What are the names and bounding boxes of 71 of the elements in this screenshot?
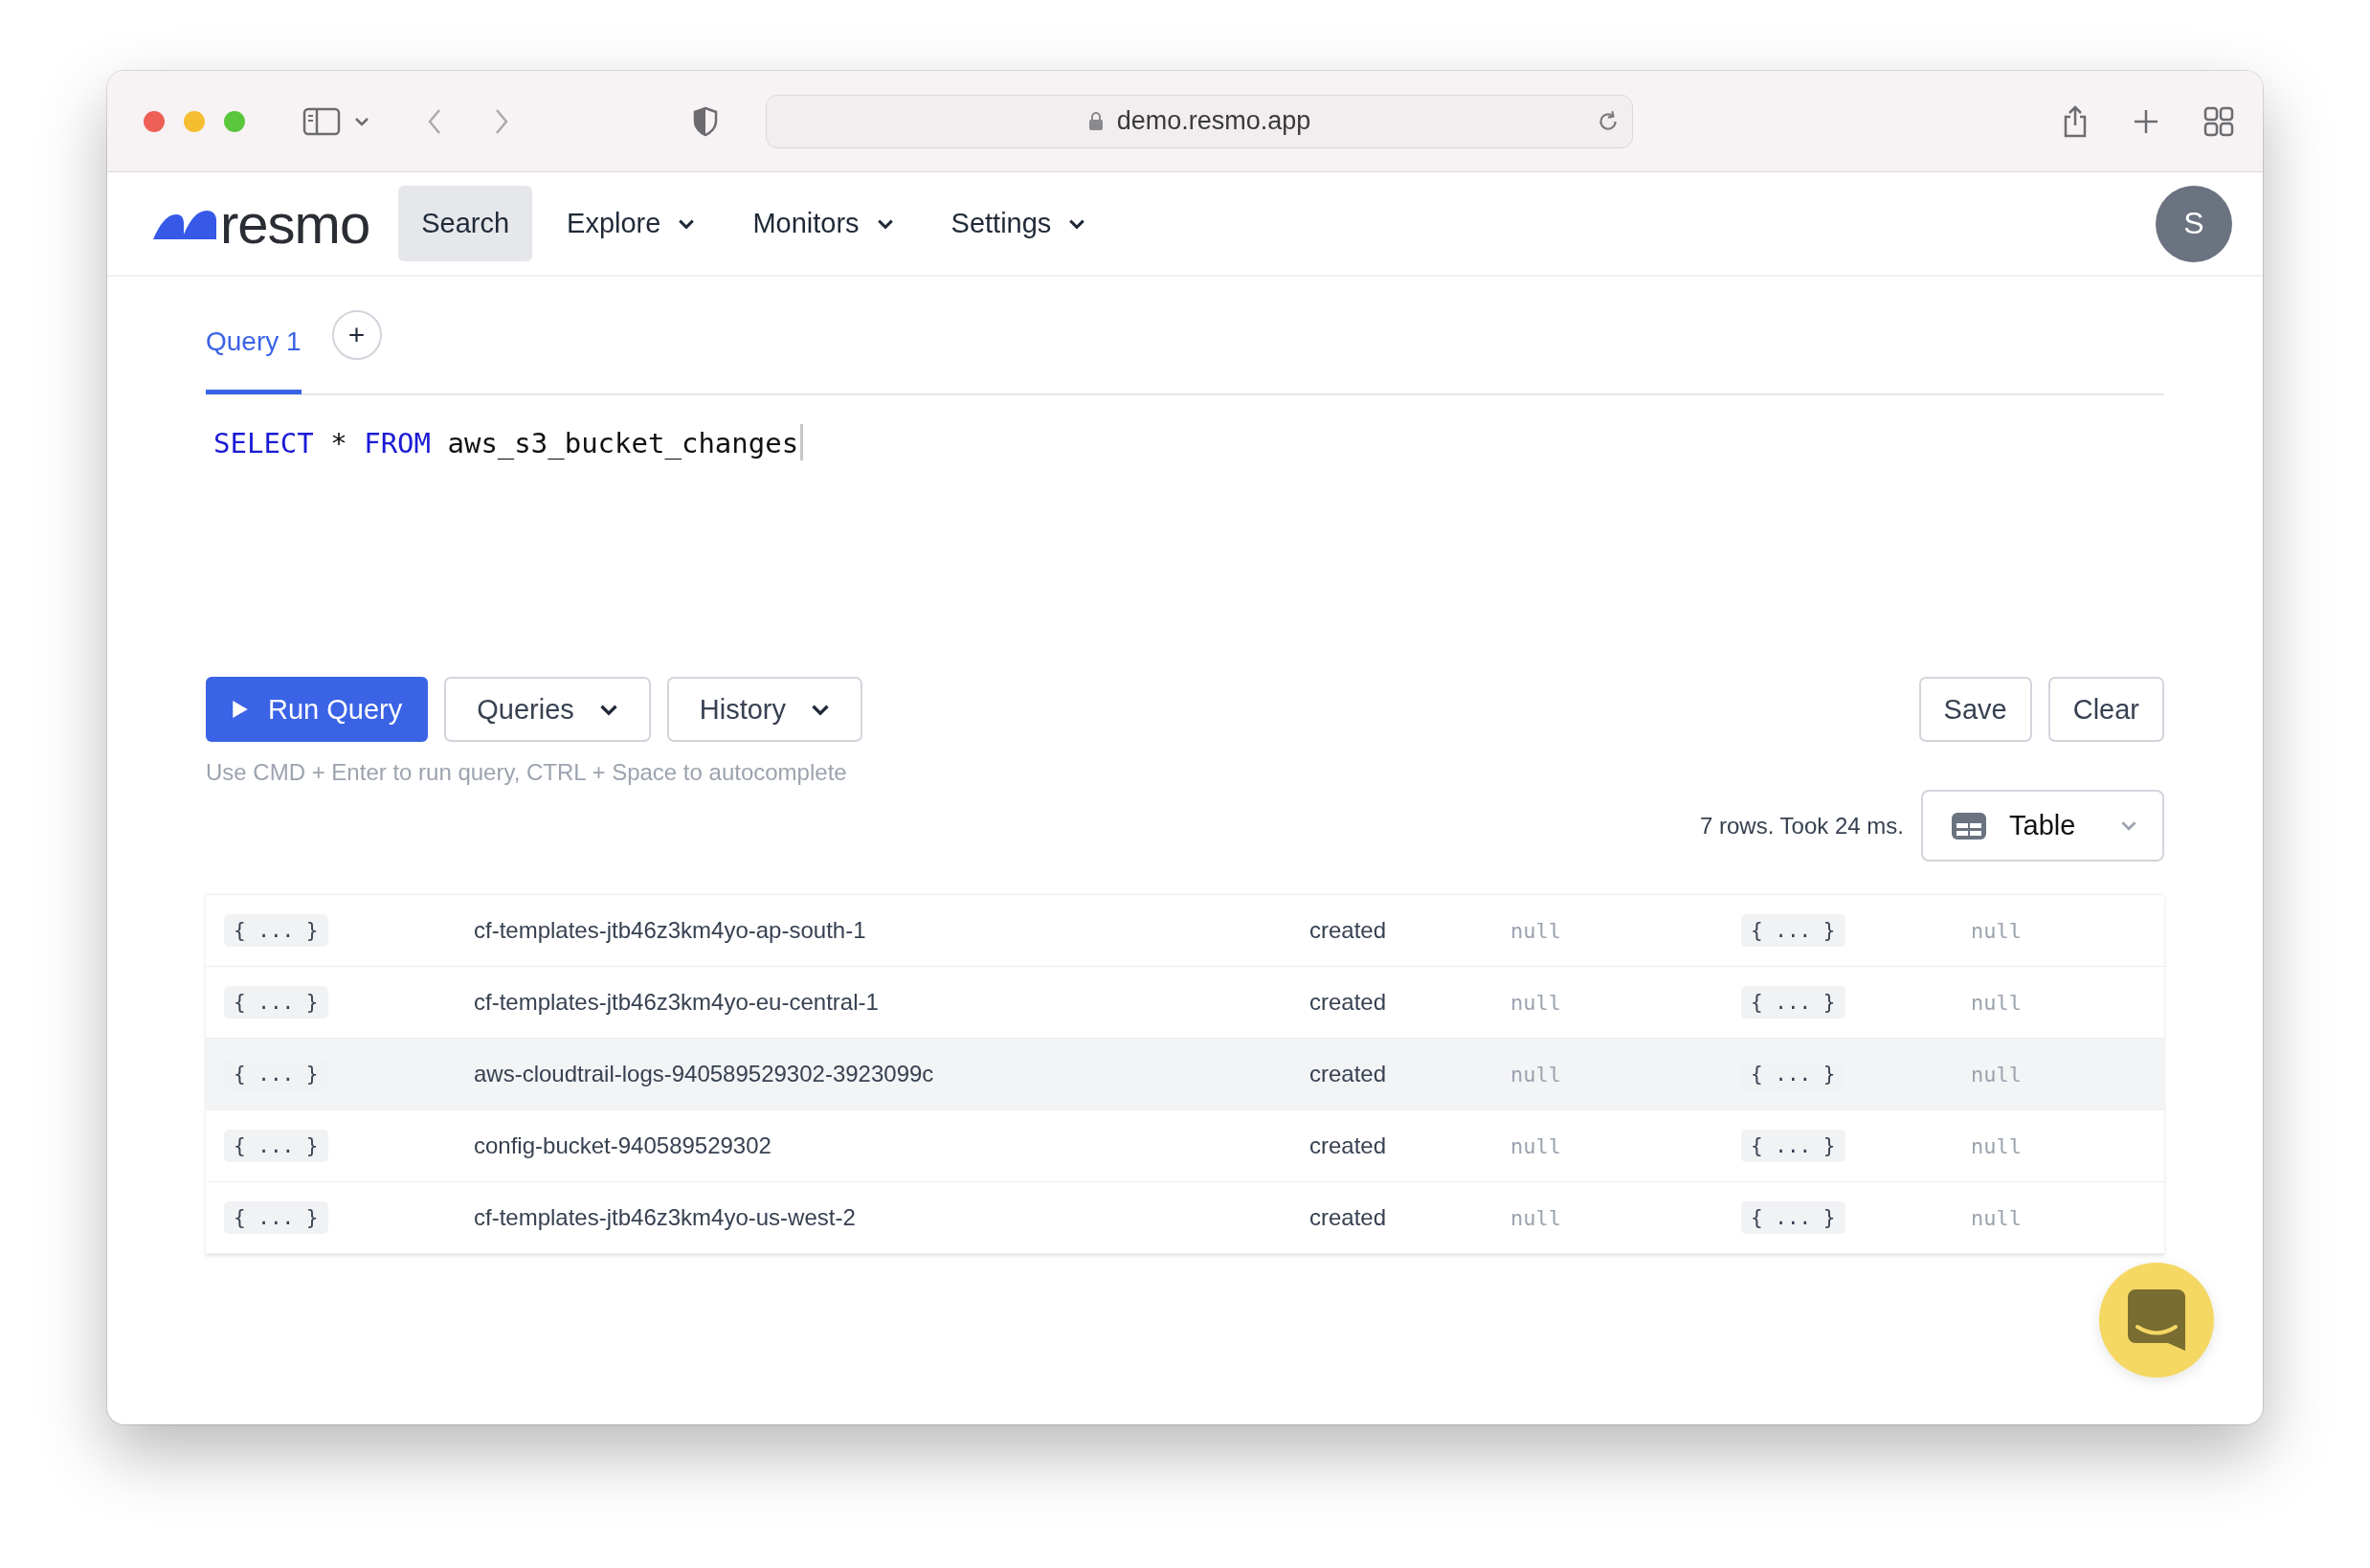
table-cell: null [1971,990,2022,1015]
query-editor[interactable]: SELECT * FROM aws_s3_bucket_changes [206,395,2164,677]
object-tag[interactable]: { ... } [1741,1130,1845,1162]
query-tab[interactable]: Query 1 [206,278,302,394]
object-tag[interactable]: { ... } [1741,914,1845,947]
logo-icon [153,208,216,239]
dropdown-button[interactable]: History [666,677,862,742]
table-icon [1952,812,1986,840]
add-tab-button[interactable]: + [331,310,382,360]
run-query-button[interactable]: Run Query [206,677,429,742]
object-tag[interactable]: { ... } [224,914,328,947]
table-cell: config-bucket-940589529302 [474,1132,771,1159]
result-summary: 7 rows. Took 24 ms. [1700,812,1904,840]
new-tab-icon[interactable] [2133,107,2159,135]
object-tag[interactable]: { ... } [1741,986,1845,1019]
table-cell: null [1971,1133,2022,1158]
hint-text: Use CMD + Enter to run query, CTRL + Space to autocomplete [206,759,848,786]
nav-item[interactable]: Settings [928,186,1109,261]
nav-item[interactable]: Search [398,186,533,261]
play-icon [232,700,249,719]
table-cell: null [1510,990,1561,1015]
share-icon[interactable] [2062,103,2089,139]
table-cell: null [1510,918,1561,943]
object-tag[interactable]: { ... } [224,1130,328,1162]
table-cell: null [1971,1205,2022,1230]
nav-item[interactable]: Monitors [729,186,917,261]
table-cell: aws-cloudtrail-logs-940589529302-3923099c [474,1061,934,1087]
lock-icon [1087,111,1104,131]
shield-icon[interactable] [693,105,718,137]
table-row[interactable]: { ... } config-bucket-940589529302 created null { ... } null [206,1110,2164,1182]
table-row[interactable]: { ... } cf-templates-jtb46z3km4yo-us-west-2 created null { ... } null [206,1182,2164,1254]
chevron-down-icon [678,217,696,230]
table-cell: created [1309,1132,1387,1159]
table-row[interactable]: { ... } aws-cloudtrail-logs-940589529302-3923099c created null { ... } null [206,1039,2164,1110]
object-tag[interactable]: { ... } [1741,1201,1845,1234]
table-cell: created [1309,917,1387,944]
chevron-down-icon [811,703,830,716]
table-cell: null [1510,1205,1561,1230]
action-button[interactable]: Clear [2047,677,2164,742]
action-button[interactable]: Save [1918,677,2032,742]
url-text: demo.resmo.app [1116,106,1311,136]
table-cell: created [1309,1204,1387,1231]
chevron-down-icon [2120,820,2137,831]
chevron-down-icon [876,217,894,230]
table-cell: null [1510,1062,1561,1086]
address-bar[interactable]: demo.resmo.app [766,94,1633,148]
close-window-button[interactable] [144,110,165,132]
view-select[interactable]: Table [1921,790,2164,862]
chevron-down-icon [1068,217,1086,230]
nav-item[interactable]: Explore [544,186,719,261]
dropdown-button[interactable]: Queries [444,677,651,742]
table-cell: null [1971,1062,2022,1086]
table-cell: cf-templates-jtb46z3km4yo-ap-south-1 [474,917,866,944]
logo-text: resmo [220,195,370,252]
sql-query: SELECT * FROM aws_s3_bucket_changes [213,426,799,461]
text-cursor [800,424,804,460]
chat-icon [2128,1289,2185,1351]
sidebar-icon[interactable] [302,106,341,136]
table-cell: cf-templates-jtb46z3km4yo-us-west-2 [474,1204,856,1231]
object-tag[interactable]: { ... } [224,1201,328,1234]
table-cell: null [1971,918,2022,943]
object-tag[interactable]: { ... } [224,986,328,1019]
table-cell: cf-templates-jtb46z3km4yo-eu-central-1 [474,989,879,1016]
table-cell: created [1309,1061,1387,1087]
avatar[interactable]: S [2156,185,2232,262]
tab-overview-icon[interactable] [2203,105,2234,137]
table-row[interactable]: { ... } cf-templates-jtb46z3km4yo-ap-south-1 created null { ... } null [206,895,2164,967]
chevron-down-icon [598,703,618,716]
table-cell: created [1309,989,1387,1016]
table-cell: null [1510,1133,1561,1158]
chevron-down-icon[interactable] [354,116,369,126]
